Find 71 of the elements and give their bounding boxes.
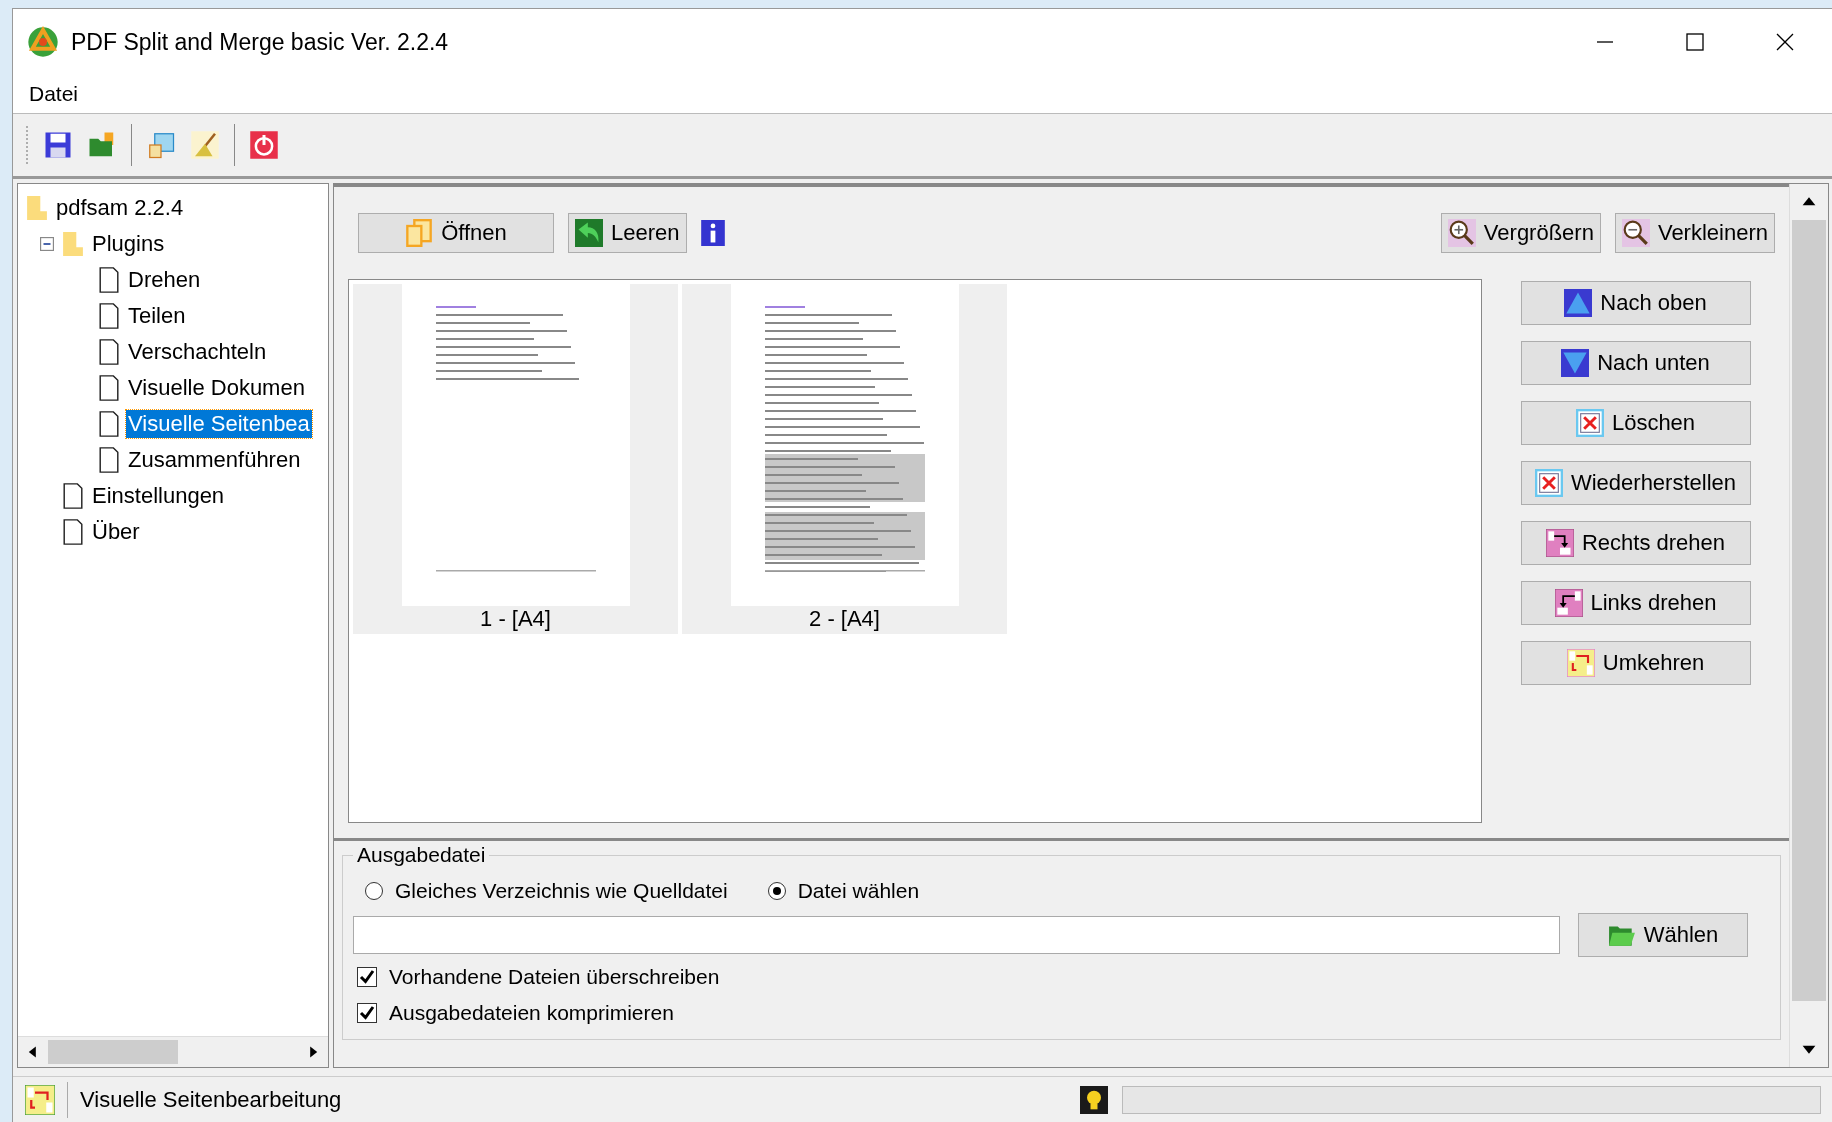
action-button[interactable]: Löschen xyxy=(1520,401,1751,445)
toolbar-button[interactable]: Öffnen xyxy=(358,213,554,253)
checkbox[interactable] xyxy=(357,967,377,987)
window-title: PDF Split and Merge basic Ver. 2.2.4 xyxy=(71,28,449,56)
page-icon xyxy=(98,374,120,402)
rotate-right-icon xyxy=(1545,529,1574,557)
page-label: 1 - [A4] xyxy=(480,606,551,632)
menu-item[interactable]: Datei xyxy=(29,82,79,106)
toolbar-button[interactable]: Leeren xyxy=(568,213,687,253)
vertical-scrollbar[interactable] xyxy=(1789,184,1828,1067)
tree-item[interactable]: Visuelle Dokumen xyxy=(126,374,307,402)
broom-icon[interactable] xyxy=(190,130,220,160)
page-icon xyxy=(62,518,84,546)
page-label: 2 - [A4] xyxy=(809,606,880,632)
close-icon[interactable] xyxy=(1775,32,1795,52)
path-field[interactable] xyxy=(353,916,1560,954)
page-card[interactable]: 2 - [A4] xyxy=(682,284,1007,634)
triangle-down-icon xyxy=(1561,349,1590,377)
page-icon xyxy=(98,302,120,330)
action-button[interactable]: Links drehen xyxy=(1520,581,1751,625)
action-button[interactable]: Wiederherstellen xyxy=(1520,461,1751,505)
radio-label[interactable]: Datei wählen xyxy=(797,879,920,903)
app-logo-icon xyxy=(27,26,59,58)
zoom-button[interactable]: Verkleinern xyxy=(1614,213,1775,253)
page-icon xyxy=(98,266,120,294)
tree-item[interactable]: Visuelle Seitenbea xyxy=(126,410,312,438)
pages-icon xyxy=(405,219,434,247)
save-icon[interactable] xyxy=(43,130,73,160)
tree-item[interactable]: Einstellungen xyxy=(90,482,227,510)
radio-button[interactable] xyxy=(365,882,383,900)
info-icon[interactable] xyxy=(700,220,725,246)
page-card[interactable]: 1 - [A4] xyxy=(353,284,678,634)
tree-item[interactable]: Verschachteln xyxy=(126,338,269,366)
tree-item[interactable]: Teilen xyxy=(126,302,188,330)
page-icon xyxy=(62,482,84,510)
checkbox-label[interactable]: Ausgabedateien komprimieren xyxy=(389,1001,674,1025)
cross-icon xyxy=(1534,469,1563,497)
tree-item[interactable]: Zusammenführen xyxy=(126,446,303,474)
checkbox[interactable] xyxy=(357,1003,377,1023)
action-button[interactable]: Nach oben xyxy=(1520,281,1751,325)
swap-icon xyxy=(1566,649,1595,677)
status-text: Visuelle Seitenbearbeitung xyxy=(80,1087,343,1113)
page-icon xyxy=(98,446,120,474)
tree-item[interactable]: Drehen xyxy=(126,266,203,294)
power-icon[interactable] xyxy=(249,130,279,160)
radio-button[interactable] xyxy=(767,882,786,900)
group-title: Ausgabedatei xyxy=(356,843,487,867)
magnifier-icon xyxy=(1621,219,1650,247)
toolbar-grip-icon[interactable] xyxy=(25,125,29,165)
tree-item[interactable]: Über xyxy=(90,518,142,546)
rotate-left-icon xyxy=(1554,589,1583,617)
cross-icon xyxy=(1575,409,1604,437)
tree-item[interactable]: Plugins xyxy=(90,230,167,258)
action-button[interactable]: Umkehren xyxy=(1520,641,1751,685)
checkbox-label[interactable]: Vorhandene Dateien überschreiben xyxy=(389,965,720,989)
triangle-up-icon xyxy=(1564,289,1593,317)
zoom-button[interactable]: Vergrößern xyxy=(1440,213,1601,253)
radio-label[interactable]: Gleiches Verzeichnis wie Quelldatei xyxy=(395,879,728,903)
swap-icon xyxy=(25,1085,55,1115)
maximize-icon[interactable] xyxy=(1685,32,1705,52)
action-button[interactable]: Rechts drehen xyxy=(1520,521,1751,565)
page-icon xyxy=(98,338,120,366)
choose-button[interactable]: Wählen xyxy=(1578,913,1748,957)
lightbulb-icon xyxy=(1080,1086,1108,1114)
tree-item[interactable]: pdfsam 2.2.4 xyxy=(54,194,186,222)
page-icon xyxy=(98,410,120,438)
collapse-icon[interactable] xyxy=(40,237,54,251)
horizontal-scrollbar[interactable] xyxy=(18,1036,328,1067)
pages-icon[interactable] xyxy=(146,130,176,160)
magnifier-icon xyxy=(1447,219,1476,247)
action-button[interactable]: Nach unten xyxy=(1520,341,1751,385)
